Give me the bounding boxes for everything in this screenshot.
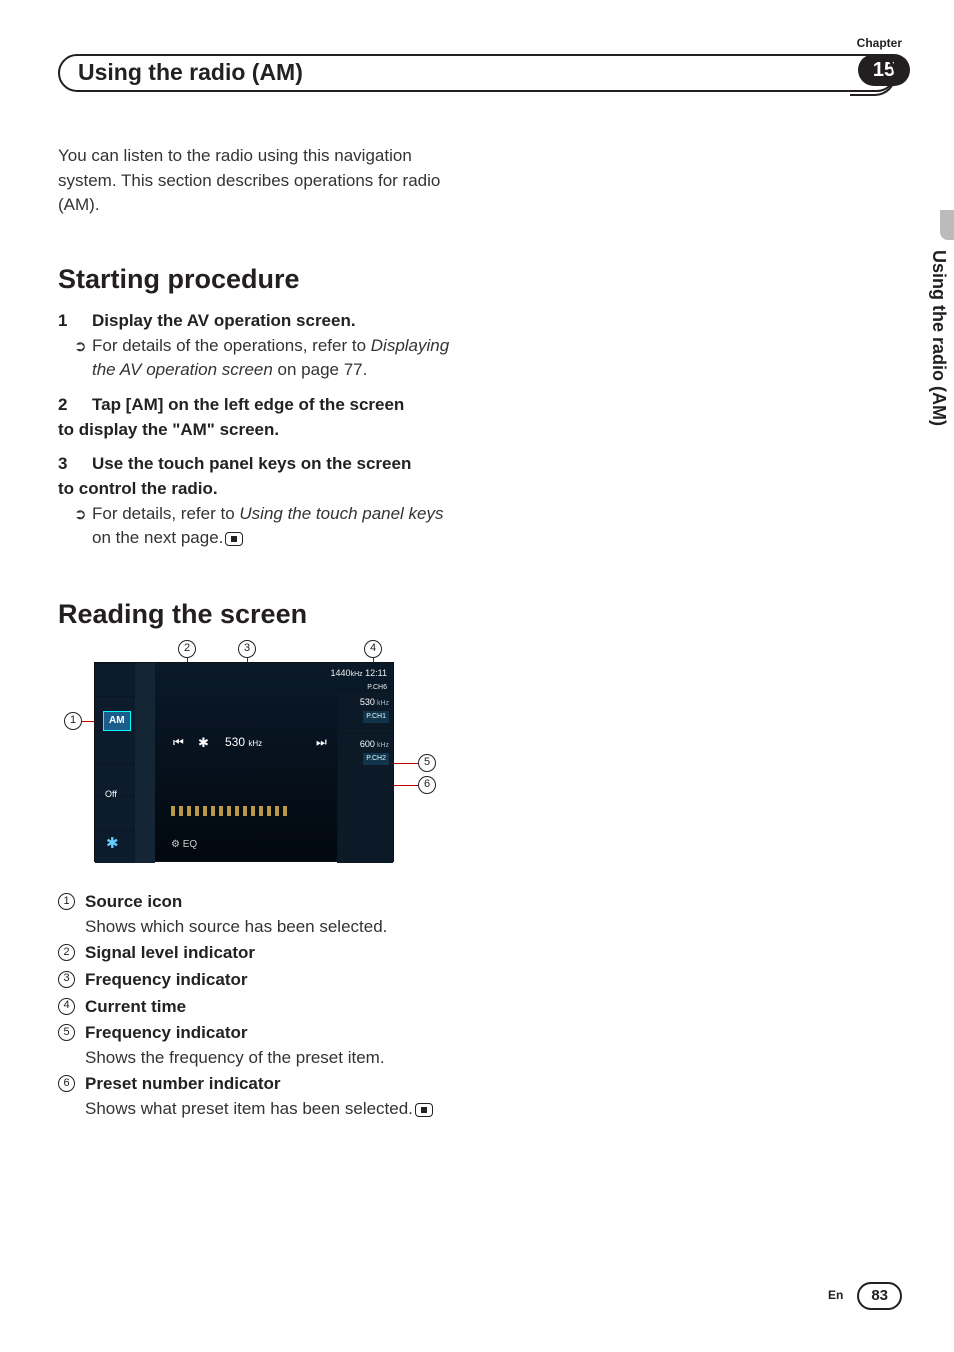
section-title-bar: Using the radio (AM) xyxy=(58,54,896,92)
screen-sidebar: Off ✱ xyxy=(95,663,135,863)
step-3-subnote: ➲ For details, refer to Using the touch … xyxy=(92,502,458,551)
chapter-label: Chapter xyxy=(857,35,902,52)
preset-item: 600kHz P.CH2 xyxy=(338,733,393,775)
screen-topbar: 1440kHz 12:11 P.CH6 xyxy=(331,667,387,693)
top-time: 12:11 xyxy=(365,668,387,678)
heading-starting-procedure: Starting procedure xyxy=(58,260,902,299)
step-2-text-a: Tap [AM] on the left edge of the screen xyxy=(92,395,404,414)
footer-page-number: 83 xyxy=(857,1282,902,1310)
callout-marker-6: 6 xyxy=(418,776,436,794)
preset-2-ch: P.CH2 xyxy=(363,753,389,765)
step-3-sub-ref: Using the touch panel keys xyxy=(239,504,443,523)
callout-title: Source icon xyxy=(85,890,387,915)
step-3-text-a: Use the touch panel keys on the screen xyxy=(92,454,411,473)
leader-line xyxy=(390,785,418,786)
preset-1-unit: kHz xyxy=(377,700,389,707)
leader-line xyxy=(390,763,418,764)
callout-num: 1 xyxy=(58,893,75,910)
sidebar-slot xyxy=(95,663,135,696)
side-tab: Using the radio (AM) xyxy=(924,210,954,480)
preset-2-unit: kHz xyxy=(377,742,389,749)
callout-title: Current time xyxy=(85,995,186,1020)
end-section-icon xyxy=(225,532,243,546)
callout-num: 6 xyxy=(58,1075,75,1092)
side-tab-bg xyxy=(940,210,954,240)
step-3: 3Use the touch panel keys on the screen … xyxy=(58,452,458,551)
callout-title: Preset number indicator xyxy=(85,1072,433,1097)
callout-marker-3: 3 xyxy=(238,640,256,658)
sidebar-slot-off: Off xyxy=(95,763,135,796)
callout-desc: Shows the frequency of the preset item. xyxy=(85,1046,385,1071)
callout-num: 5 xyxy=(58,1024,75,1041)
preset-1-ch: P.CH1 xyxy=(363,711,389,723)
callout-row-1: 1 Source icon Shows which source has bee… xyxy=(58,890,902,939)
end-section-icon xyxy=(415,1103,433,1117)
main-frequency-unit: kHz xyxy=(248,739,262,748)
callout-row-6: 6 Preset number indicator Shows what pre… xyxy=(58,1072,902,1121)
callout-marker-2: 2 xyxy=(178,640,196,658)
callout-marker-1: 1 xyxy=(64,712,82,730)
bottom-icons: ⚙ EQ xyxy=(171,838,197,853)
screen-diagram: 1 2 3 4 5 6 Off ✱ AM 1440kHz 12:11 xyxy=(70,642,450,872)
page-footer: En 83 xyxy=(828,1282,902,1310)
callout-title: Signal level indicator xyxy=(85,941,255,966)
top-frequency: 1440 xyxy=(331,668,351,678)
callout-title: Frequency indicator xyxy=(85,968,247,993)
heading-reading-the-screen: Reading the screen xyxy=(58,595,902,634)
step-3-sub-b: on the next page. xyxy=(92,528,223,547)
callout-desc: Shows what preset item has been selected… xyxy=(85,1097,433,1122)
callout-num: 3 xyxy=(58,971,75,988)
callout-num: 2 xyxy=(58,944,75,961)
section-title-text: Using the radio (AM) xyxy=(78,56,303,89)
off-label: Off xyxy=(105,788,117,801)
callout-desc: Shows which source has been selected. xyxy=(85,915,387,940)
am-source-badge: AM xyxy=(103,711,131,732)
preset-2-freq: 600 xyxy=(360,739,375,749)
callout-row-4: 4 Current time xyxy=(58,995,902,1020)
main-frequency: 530 kHz xyxy=(225,734,262,751)
sidebar-slot xyxy=(95,730,135,763)
callout-marker-4: 4 xyxy=(364,640,382,658)
side-chapter-text: Using the radio (AM) xyxy=(926,250,952,426)
main-frequency-value: 530 xyxy=(225,735,245,749)
step-1-sub-a: For details of the operations, refer to xyxy=(92,336,371,355)
refer-arrow-icon: ➲ xyxy=(74,336,87,358)
preset-list: 530kHz P.CH1 600kHz P.CH2 xyxy=(337,691,393,863)
callout-row-5: 5 Frequency indicator Shows the frequenc… xyxy=(58,1021,902,1070)
intro-paragraph: You can listen to the radio using this n… xyxy=(58,144,458,218)
local-icon: ✱ xyxy=(198,734,209,753)
callout-num: 4 xyxy=(58,998,75,1015)
seek-next-icon: ⏭ xyxy=(316,734,327,751)
screen-tabs xyxy=(135,663,155,863)
refer-arrow-icon: ➲ xyxy=(74,504,87,526)
preset-item: 530kHz P.CH1 xyxy=(338,691,393,733)
top-frequency-unit: kHz xyxy=(351,671,363,678)
step-1-number: 1 xyxy=(58,309,92,334)
step-1-text: Display the AV operation screen. xyxy=(92,311,356,330)
step-2-number: 2 xyxy=(58,393,92,418)
callout-6-desc-text: Shows what preset item has been selected… xyxy=(85,1099,413,1118)
step-1-subnote: ➲ For details of the operations, refer t… xyxy=(92,334,458,383)
callout-title: Frequency indicator xyxy=(85,1021,385,1046)
callout-row-2: 2 Signal level indicator xyxy=(58,941,902,966)
step-3-number: 3 xyxy=(58,452,92,477)
sidebar-slot xyxy=(95,796,135,829)
callout-row-3: 3 Frequency indicator xyxy=(58,968,902,993)
av-screen-mock: Off ✱ AM 1440kHz 12:11 P.CH6 ⏮ ✱ 530 kHz… xyxy=(94,662,394,862)
step-3-sub-a: For details, refer to xyxy=(92,504,239,523)
waveform-graphic xyxy=(171,806,291,816)
callout-list: 1 Source icon Shows which source has bee… xyxy=(58,890,902,1122)
step-1: 1Display the AV operation screen. ➲ For … xyxy=(58,309,458,383)
footer-language: En xyxy=(828,1287,843,1304)
callout-marker-5: 5 xyxy=(418,754,436,772)
sidebar-slot-bt: ✱ xyxy=(95,830,135,863)
step-2-text-b: to display the "AM" screen. xyxy=(58,418,458,443)
step-3-text-b: to control the radio. xyxy=(58,477,458,502)
step-2: 2Tap [AM] on the left edge of the screen… xyxy=(58,393,458,442)
preset-1-freq: 530 xyxy=(360,697,375,707)
bluetooth-icon: ✱ xyxy=(106,833,119,855)
seek-prev-icon: ⏮ xyxy=(173,734,184,751)
step-1-sub-b: on page 77. xyxy=(273,360,368,379)
